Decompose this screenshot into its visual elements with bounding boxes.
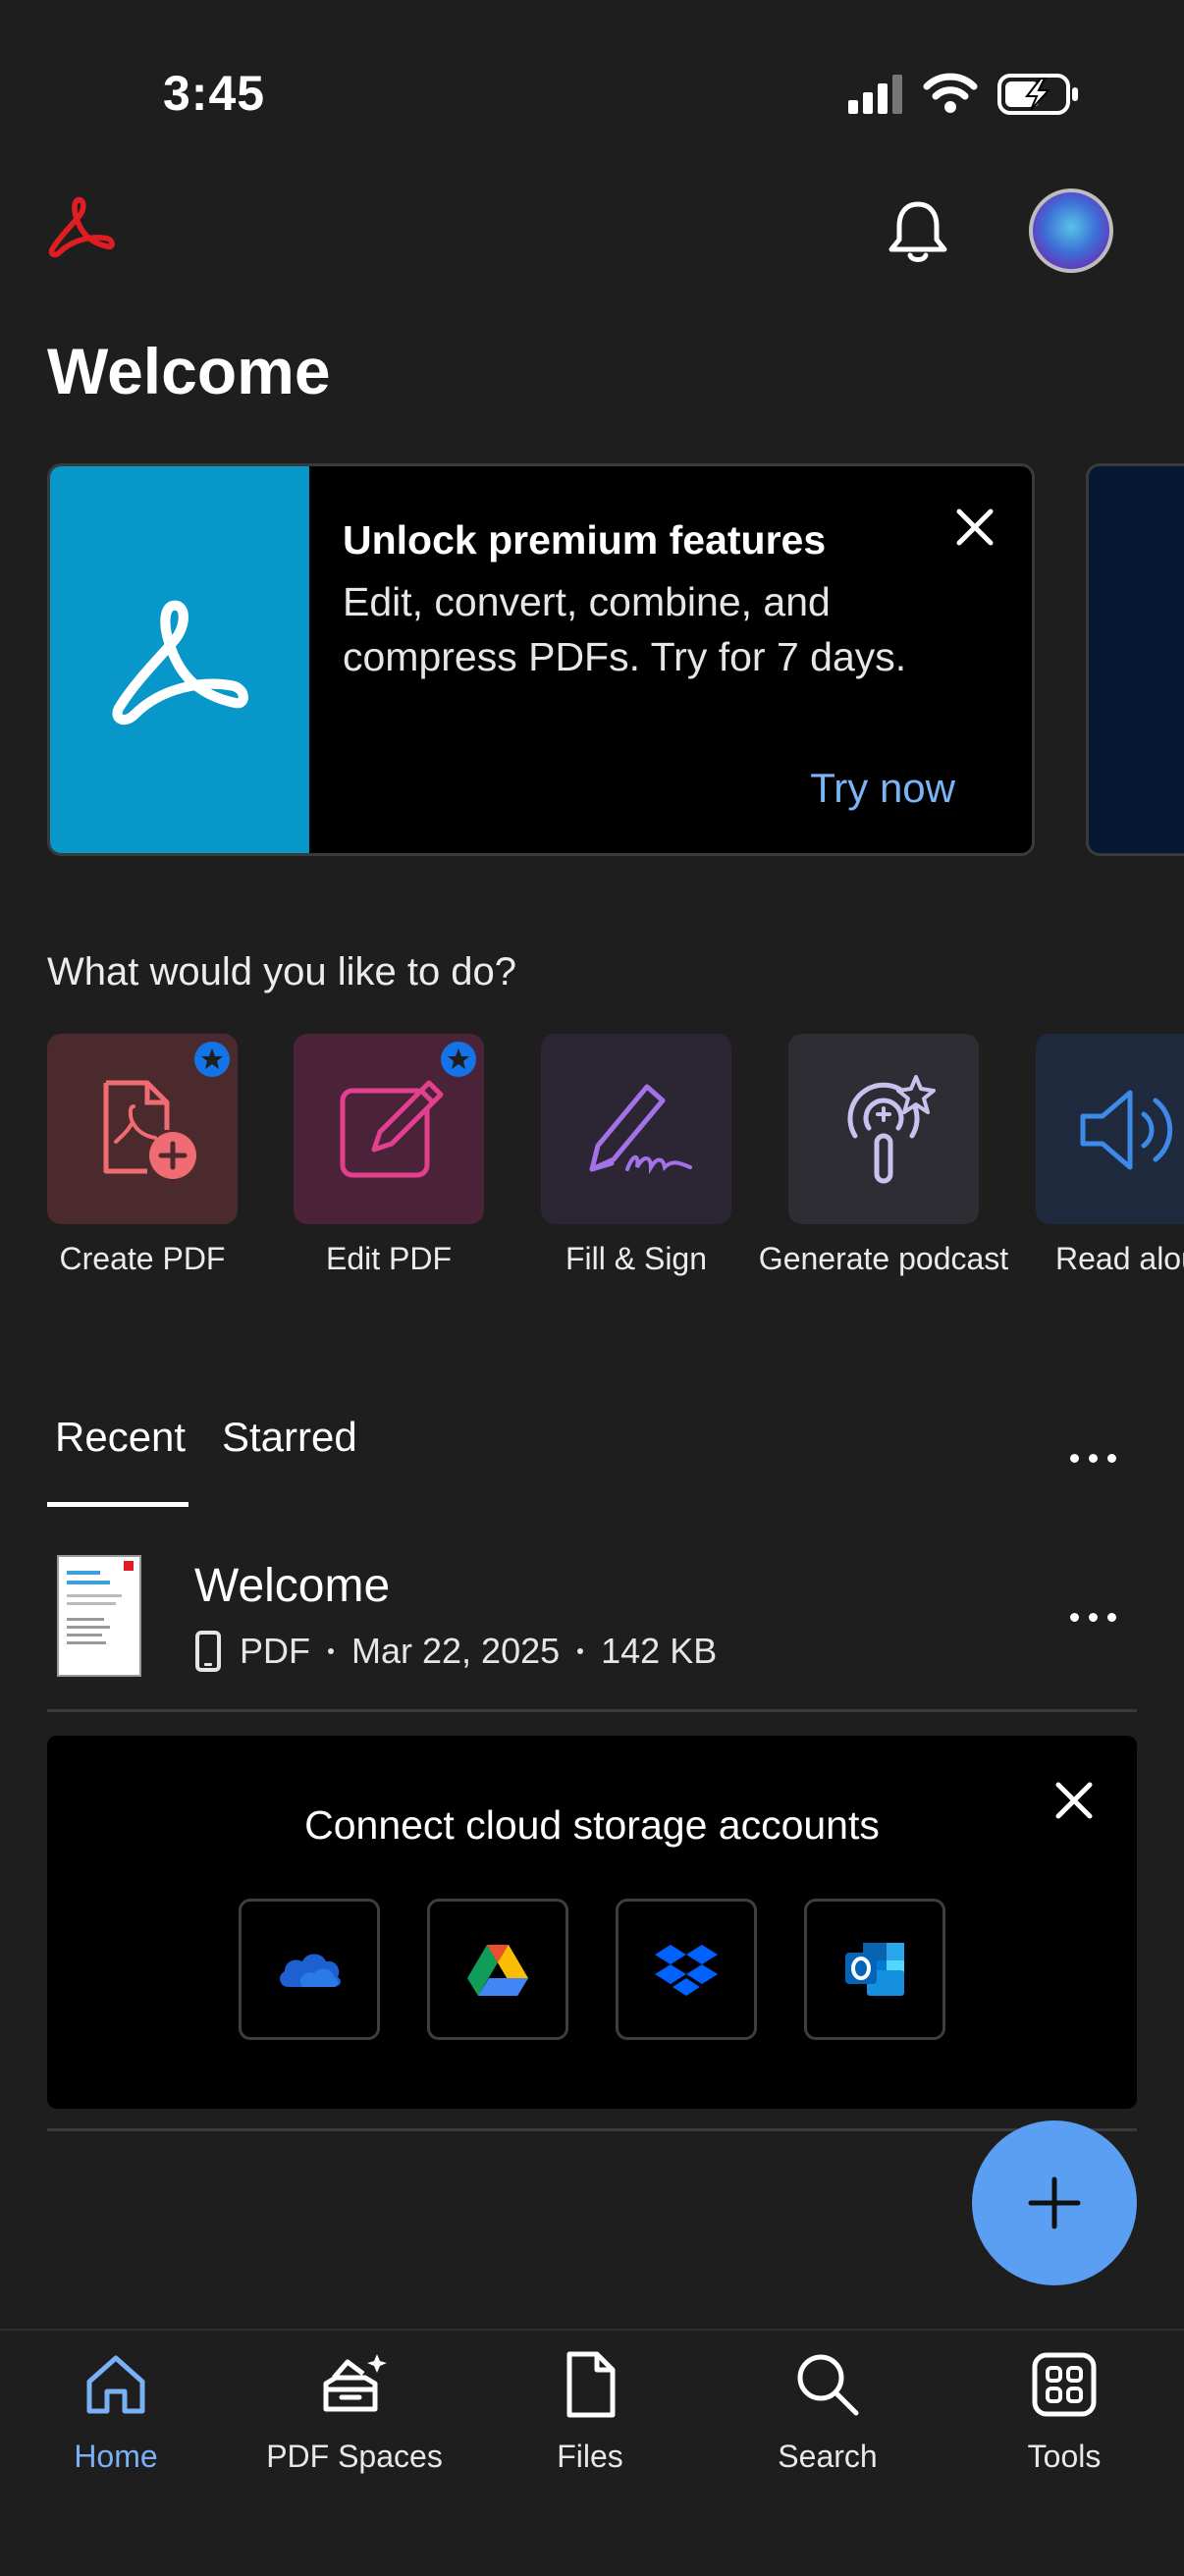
wifi-icon [923,71,978,114]
device-phone-icon [194,1630,222,1673]
signal-icon [848,75,905,114]
file-size: 142 KB [601,1631,718,1671]
generate-podcast-action[interactable]: Generate podcast [759,1034,1008,1279]
add-button[interactable] [972,2120,1137,2285]
quick-actions-heading: What would you like to do? [47,950,517,993]
notifications-bell-icon[interactable] [886,198,950,265]
tab-recent[interactable]: Recent [55,1414,186,1461]
podcast-icon [830,1071,942,1189]
promo-title: Unlock premium features [343,517,827,563]
fill-sign-action[interactable]: Fill & Sign [541,1034,731,1279]
google-drive-button[interactable] [427,1899,568,2040]
separator-dot [328,1648,334,1654]
google-drive-icon [467,1943,528,1996]
outlook-button[interactable] [804,1899,945,2040]
premium-promo-card[interactable]: Unlock premium features Edit, convert, c… [47,463,1035,856]
separator-dot [577,1648,584,1654]
onedrive-icon [275,1948,344,1991]
tab-starred[interactable]: Starred [222,1414,357,1461]
nav-tools[interactable]: Tools [946,2350,1182,2475]
nav-home[interactable]: Home [0,2350,234,2475]
page-title: Welcome [47,335,331,407]
dropbox-icon [655,1943,718,1996]
file-more-options-icon[interactable] [1070,1613,1116,1622]
home-icon [81,2350,150,2419]
divider [47,2128,1137,2131]
close-icon[interactable] [1054,1781,1094,1820]
acrobat-logo-icon [101,594,254,737]
battery-charging-icon [997,73,1080,116]
tools-grid-icon [1030,2350,1099,2419]
nav-files[interactable]: Files [472,2350,708,2475]
bottom-navigation: Home PDF Spaces Files Search Tools [0,2329,1184,2576]
premium-star-icon [194,1042,230,1077]
promo-description: Edit, convert, combine, and compress PDF… [343,579,907,679]
file-icon [556,2350,624,2419]
avatar[interactable] [1029,188,1113,273]
create-pdf-icon [96,1077,204,1185]
active-tab-indicator [47,1502,188,1507]
pdf-spaces-icon [320,2350,389,2419]
divider [47,1709,1137,1712]
file-date: Mar 22, 2025 [351,1631,561,1671]
cloud-storage-card: Connect cloud storage accounts [47,1736,1137,2109]
file-thumbnail[interactable] [57,1555,141,1677]
nav-search[interactable]: Search [710,2350,945,2475]
file-meta: PDF Mar 22, 2025 142 KB [194,1630,717,1673]
speaker-icon [1077,1089,1184,1171]
plus-icon [1025,2174,1084,2232]
outlook-icon [843,1941,906,1998]
edit-pdf-action[interactable]: Edit PDF [294,1034,484,1279]
more-options-icon[interactable] [1070,1454,1116,1463]
fill-sign-pen-icon [582,1077,696,1179]
read-aloud-action[interactable]: Read alou [1036,1034,1184,1279]
create-pdf-action[interactable]: Create PDF [47,1034,238,1279]
acrobat-logo-icon [45,194,116,263]
onedrive-button[interactable] [239,1899,380,2040]
try-now-button[interactable]: Try now [810,765,955,812]
file-name[interactable]: Welcome [194,1559,390,1613]
dropbox-button[interactable] [616,1899,757,2040]
search-icon [793,2350,862,2419]
promo-logo-panel [50,466,309,853]
close-icon[interactable] [953,506,996,549]
file-type: PDF [240,1631,310,1671]
next-promo-card[interactable] [1086,463,1184,856]
status-time: 3:45 [163,66,266,121]
nav-pdf-spaces[interactable]: PDF Spaces [237,2350,472,2475]
cloud-storage-title: Connect cloud storage accounts [304,1802,880,1848]
edit-pencil-icon [339,1071,449,1181]
